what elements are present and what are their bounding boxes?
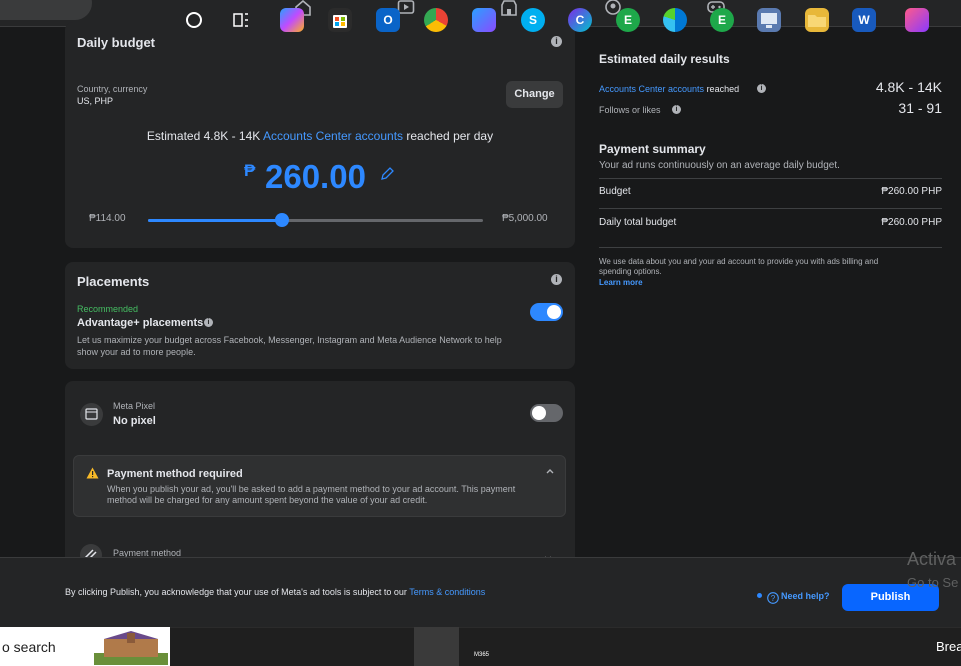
summary-divider	[599, 208, 942, 209]
placements-description: Let us maximize your budget across Faceb…	[77, 335, 502, 357]
activation-watermark: Activa	[907, 549, 957, 569]
network-app-icon[interactable]	[757, 8, 781, 32]
word-icon[interactable]: W	[852, 8, 876, 32]
evernote-icon[interactable]: E	[616, 8, 640, 32]
budget-label: Budget	[599, 186, 631, 197]
daily-total-label: Daily total budget	[599, 217, 677, 228]
evernote-icon-2[interactable]: E	[710, 8, 734, 32]
help-icon[interactable]: ?	[767, 591, 779, 604]
payment-warning-text: When you publish your ad, you'll be aske…	[107, 484, 516, 505]
meta-pixel-toggle[interactable]	[530, 404, 563, 422]
follows-label: Follows or likes	[599, 105, 661, 115]
chrome-taskbar-active[interactable]	[414, 627, 459, 666]
reach-estimate-suffix: reached per day	[403, 129, 494, 143]
slider-min-label: ₱114.00	[89, 213, 126, 224]
estimated-results-title: Estimated daily results	[599, 52, 730, 66]
edit-pencil-icon[interactable]	[379, 166, 395, 182]
payment-method-icon	[80, 544, 102, 557]
svg-text:?: ?	[771, 594, 776, 603]
reach-value: 4.8K - 14K	[875, 79, 942, 95]
skype-icon[interactable]: S	[521, 8, 545, 32]
recommended-label: Recommended	[77, 304, 139, 314]
reach-label: Accounts Center accounts reached	[599, 84, 739, 94]
summary-divider	[599, 247, 942, 248]
search-highlight-image	[94, 629, 168, 665]
payment-summary-title: Payment summary	[599, 142, 706, 156]
accounts-center-link[interactable]: Accounts Center accounts	[263, 129, 403, 143]
cortana-icon[interactable]	[182, 8, 206, 32]
daily-budget-title: Daily budget	[77, 35, 156, 50]
chevron-up-icon[interactable]	[545, 463, 555, 474]
consent-text: By clicking Publish, you acknowledge tha…	[65, 587, 485, 597]
daily-budget-info-icon[interactable]: i	[551, 36, 562, 47]
currency-symbol: ₱	[244, 161, 256, 180]
meta-pixel-icon	[80, 403, 103, 426]
follows-info-icon[interactable]: i	[672, 105, 681, 114]
m365-label: M365	[474, 652, 490, 658]
toggle-knob	[547, 305, 561, 319]
meta-pixel-label: Meta Pixel	[113, 401, 156, 411]
budget-slider-thumb[interactable]	[275, 213, 289, 227]
reach-estimate: Estimated 4.8K - 14K Accounts Center acc…	[65, 129, 575, 143]
billing-disclaimer: We use data about you and your ad accoun…	[599, 257, 879, 276]
chrome-icon[interactable]	[424, 8, 448, 32]
advantage-info-icon[interactable]: i	[204, 318, 213, 327]
reach-info-icon[interactable]: i	[757, 84, 766, 93]
store-icon[interactable]	[328, 8, 352, 32]
slider-max-label: ₱5,000.00	[502, 213, 548, 224]
warning-icon	[86, 466, 99, 479]
accounts-center-link[interactable]: Accounts Center accounts	[599, 84, 704, 94]
reach-suffix: reached	[704, 84, 740, 94]
consent-prefix: By clicking Publish, you acknowledge tha…	[65, 587, 410, 597]
payment-summary-subtitle: Your ad runs continuously on an average …	[599, 160, 840, 171]
budget-value: ₱260.00 PHP	[881, 186, 942, 197]
file-explorer-icon[interactable]	[805, 8, 829, 32]
country-currency-value: US, PHP	[77, 96, 114, 106]
reminder-app-icon[interactable]	[905, 8, 929, 32]
placements-info-icon[interactable]: i	[551, 274, 562, 285]
activation-watermark-sub: Go to Se	[907, 575, 959, 590]
toggle-knob	[532, 406, 546, 420]
help-status-dot	[757, 593, 762, 598]
edge-icon[interactable]	[663, 8, 687, 32]
outlook-icon[interactable]: O	[376, 8, 400, 32]
budget-slider-fill	[148, 219, 282, 222]
summary-divider	[599, 178, 942, 179]
placements-title: Placements	[77, 274, 150, 289]
budget-amount[interactable]: 260.00	[265, 158, 366, 196]
need-help-link[interactable]: Need help?	[781, 591, 830, 601]
terms-link[interactable]: Terms & conditions	[409, 587, 485, 597]
copilot-icon[interactable]	[280, 8, 304, 32]
budget-slider[interactable]	[148, 213, 483, 227]
canva-icon[interactable]: C	[568, 8, 592, 32]
taskbar-app-label: Brea	[936, 639, 961, 654]
advantage-placements-label: Advantage+ placements	[77, 317, 204, 329]
follows-value: 31 - 91	[898, 100, 942, 116]
country-currency-label: Country, currency	[77, 84, 148, 94]
m365-icon[interactable]	[472, 8, 496, 32]
payment-warning-title: Payment method required	[107, 468, 243, 480]
advantage-placements-toggle[interactable]	[530, 303, 563, 321]
search-pill[interactable]	[0, 0, 92, 20]
marketplace-icon[interactable]	[500, 0, 518, 16]
taskbar-search-text: o search	[2, 639, 56, 655]
change-currency-button[interactable]: Change	[506, 81, 563, 108]
task-view-icon[interactable]	[229, 8, 253, 32]
reach-estimate-prefix: Estimated 4.8K - 14K	[146, 129, 263, 143]
meta-pixel-value: No pixel	[113, 415, 156, 427]
learn-more-link[interactable]: Learn more	[599, 278, 643, 287]
daily-total-value: ₱260.00 PHP	[881, 217, 942, 228]
